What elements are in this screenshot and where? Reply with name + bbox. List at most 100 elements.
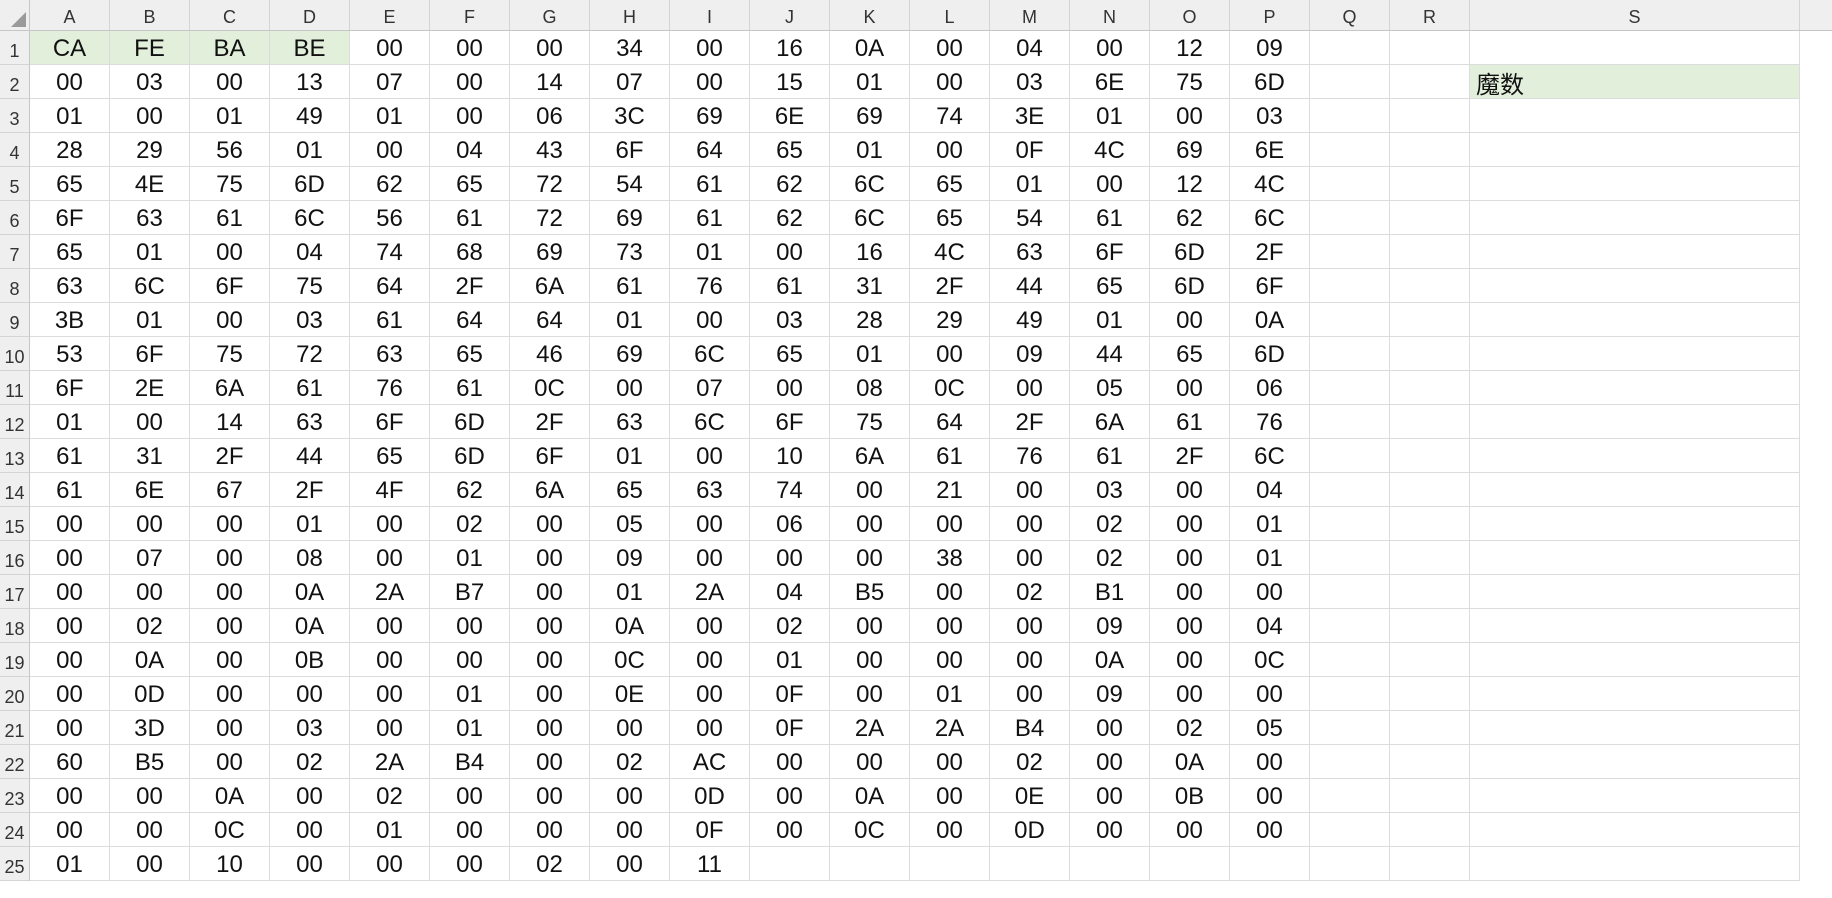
row-header-24[interactable]: 24 xyxy=(0,813,30,847)
cell-c19[interactable]: 00 xyxy=(190,643,270,677)
cell-i2[interactable]: 00 xyxy=(670,65,750,99)
cell-h10[interactable]: 69 xyxy=(590,337,670,371)
cell-e21[interactable]: 00 xyxy=(350,711,430,745)
cell-o16[interactable]: 00 xyxy=(1150,541,1230,575)
cell-q16[interactable] xyxy=(1310,541,1390,575)
cell-o10[interactable]: 65 xyxy=(1150,337,1230,371)
cell-c4[interactable]: 56 xyxy=(190,133,270,167)
cell-p6[interactable]: 6C xyxy=(1230,201,1310,235)
cell-n25[interactable] xyxy=(1070,847,1150,881)
cell-m15[interactable]: 00 xyxy=(990,507,1070,541)
cell-l25[interactable] xyxy=(910,847,990,881)
cell-b16[interactable]: 07 xyxy=(110,541,190,575)
cell-m24[interactable]: 0D xyxy=(990,813,1070,847)
cell-b23[interactable]: 00 xyxy=(110,779,190,813)
cell-l21[interactable]: 2A xyxy=(910,711,990,745)
cell-s11[interactable] xyxy=(1470,371,1800,405)
cell-q17[interactable] xyxy=(1310,575,1390,609)
cell-q3[interactable] xyxy=(1310,99,1390,133)
column-header-s[interactable]: S xyxy=(1470,0,1800,30)
cell-l9[interactable]: 29 xyxy=(910,303,990,337)
cell-h15[interactable]: 05 xyxy=(590,507,670,541)
cell-r2[interactable] xyxy=(1390,65,1470,99)
cell-o12[interactable]: 61 xyxy=(1150,405,1230,439)
cell-f1[interactable]: 00 xyxy=(430,31,510,65)
cell-j5[interactable]: 62 xyxy=(750,167,830,201)
cell-k2[interactable]: 01 xyxy=(830,65,910,99)
cell-f3[interactable]: 00 xyxy=(430,99,510,133)
cell-g21[interactable]: 00 xyxy=(510,711,590,745)
cell-m19[interactable]: 00 xyxy=(990,643,1070,677)
row-header-4[interactable]: 4 xyxy=(0,133,30,167)
cell-k25[interactable] xyxy=(830,847,910,881)
column-header-p[interactable]: P xyxy=(1230,0,1310,30)
cell-o20[interactable]: 00 xyxy=(1150,677,1230,711)
column-header-a[interactable]: A xyxy=(30,0,110,30)
cell-j15[interactable]: 06 xyxy=(750,507,830,541)
cell-n14[interactable]: 03 xyxy=(1070,473,1150,507)
cell-n22[interactable]: 00 xyxy=(1070,745,1150,779)
cell-i20[interactable]: 00 xyxy=(670,677,750,711)
row-header-12[interactable]: 12 xyxy=(0,405,30,439)
cell-m14[interactable]: 00 xyxy=(990,473,1070,507)
cell-o15[interactable]: 00 xyxy=(1150,507,1230,541)
cell-c14[interactable]: 67 xyxy=(190,473,270,507)
cell-h22[interactable]: 02 xyxy=(590,745,670,779)
cell-e6[interactable]: 56 xyxy=(350,201,430,235)
cell-d14[interactable]: 2F xyxy=(270,473,350,507)
cell-b4[interactable]: 29 xyxy=(110,133,190,167)
cell-b2[interactable]: 03 xyxy=(110,65,190,99)
cell-q6[interactable] xyxy=(1310,201,1390,235)
cell-l1[interactable]: 00 xyxy=(910,31,990,65)
cell-p8[interactable]: 6F xyxy=(1230,269,1310,303)
cell-s17[interactable] xyxy=(1470,575,1800,609)
cell-g2[interactable]: 14 xyxy=(510,65,590,99)
cell-k1[interactable]: 0A xyxy=(830,31,910,65)
cell-a8[interactable]: 63 xyxy=(30,269,110,303)
cell-l3[interactable]: 74 xyxy=(910,99,990,133)
cell-o22[interactable]: 0A xyxy=(1150,745,1230,779)
cell-a25[interactable]: 01 xyxy=(30,847,110,881)
cell-b24[interactable]: 00 xyxy=(110,813,190,847)
cell-g22[interactable]: 00 xyxy=(510,745,590,779)
cell-s12[interactable] xyxy=(1470,405,1800,439)
cell-f8[interactable]: 2F xyxy=(430,269,510,303)
cell-g13[interactable]: 6F xyxy=(510,439,590,473)
cell-m8[interactable]: 44 xyxy=(990,269,1070,303)
cell-c22[interactable]: 00 xyxy=(190,745,270,779)
cell-k4[interactable]: 01 xyxy=(830,133,910,167)
cell-i22[interactable]: AC xyxy=(670,745,750,779)
cell-q9[interactable] xyxy=(1310,303,1390,337)
row-header-16[interactable]: 16 xyxy=(0,541,30,575)
cell-a2[interactable]: 00 xyxy=(30,65,110,99)
cell-a11[interactable]: 6F xyxy=(30,371,110,405)
cell-d24[interactable]: 00 xyxy=(270,813,350,847)
row-header-11[interactable]: 11 xyxy=(0,371,30,405)
cell-b14[interactable]: 6E xyxy=(110,473,190,507)
cell-q11[interactable] xyxy=(1310,371,1390,405)
cell-r13[interactable] xyxy=(1390,439,1470,473)
cell-j24[interactable]: 00 xyxy=(750,813,830,847)
cell-b12[interactable]: 00 xyxy=(110,405,190,439)
cell-g1[interactable]: 00 xyxy=(510,31,590,65)
cell-h20[interactable]: 0E xyxy=(590,677,670,711)
cell-n8[interactable]: 65 xyxy=(1070,269,1150,303)
cell-h1[interactable]: 34 xyxy=(590,31,670,65)
cell-e13[interactable]: 65 xyxy=(350,439,430,473)
cell-a5[interactable]: 65 xyxy=(30,167,110,201)
cell-n24[interactable]: 00 xyxy=(1070,813,1150,847)
row-header-20[interactable]: 20 xyxy=(0,677,30,711)
cell-s20[interactable] xyxy=(1470,677,1800,711)
cell-d17[interactable]: 0A xyxy=(270,575,350,609)
cell-m22[interactable]: 02 xyxy=(990,745,1070,779)
cell-a24[interactable]: 00 xyxy=(30,813,110,847)
cell-f17[interactable]: B7 xyxy=(430,575,510,609)
cell-k13[interactable]: 6A xyxy=(830,439,910,473)
cell-f4[interactable]: 04 xyxy=(430,133,510,167)
cell-k11[interactable]: 08 xyxy=(830,371,910,405)
cell-q21[interactable] xyxy=(1310,711,1390,745)
cell-m5[interactable]: 01 xyxy=(990,167,1070,201)
cell-i18[interactable]: 00 xyxy=(670,609,750,643)
cell-n7[interactable]: 6F xyxy=(1070,235,1150,269)
cell-h19[interactable]: 0C xyxy=(590,643,670,677)
